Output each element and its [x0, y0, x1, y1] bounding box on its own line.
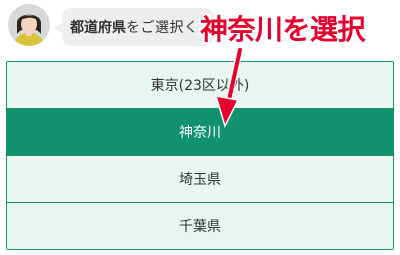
prompt-text: をご選択く	[126, 20, 199, 36]
option-label: 埼玉県	[179, 172, 221, 188]
option-label: 東京(23区以外)	[150, 78, 250, 94]
option-label: 神奈川	[179, 125, 221, 141]
option-tokyo[interactable]: 東京(23区以外)	[7, 62, 393, 108]
prefecture-options-list: 東京(23区以外) 神奈川 埼玉県 千葉県	[6, 61, 394, 250]
option-saitama[interactable]: 埼玉県	[7, 155, 393, 202]
annotation-callout: 神奈川を選択	[200, 13, 366, 46]
assistant-message-bubble: 都道府県 をご選択く	[62, 8, 214, 46]
avatar	[8, 4, 50, 46]
option-chiba[interactable]: 千葉県	[7, 202, 393, 249]
option-label: 千葉県	[179, 219, 221, 235]
prompt-bold-text: 都道府県	[70, 20, 126, 36]
option-kanagawa[interactable]: 神奈川	[7, 108, 393, 155]
